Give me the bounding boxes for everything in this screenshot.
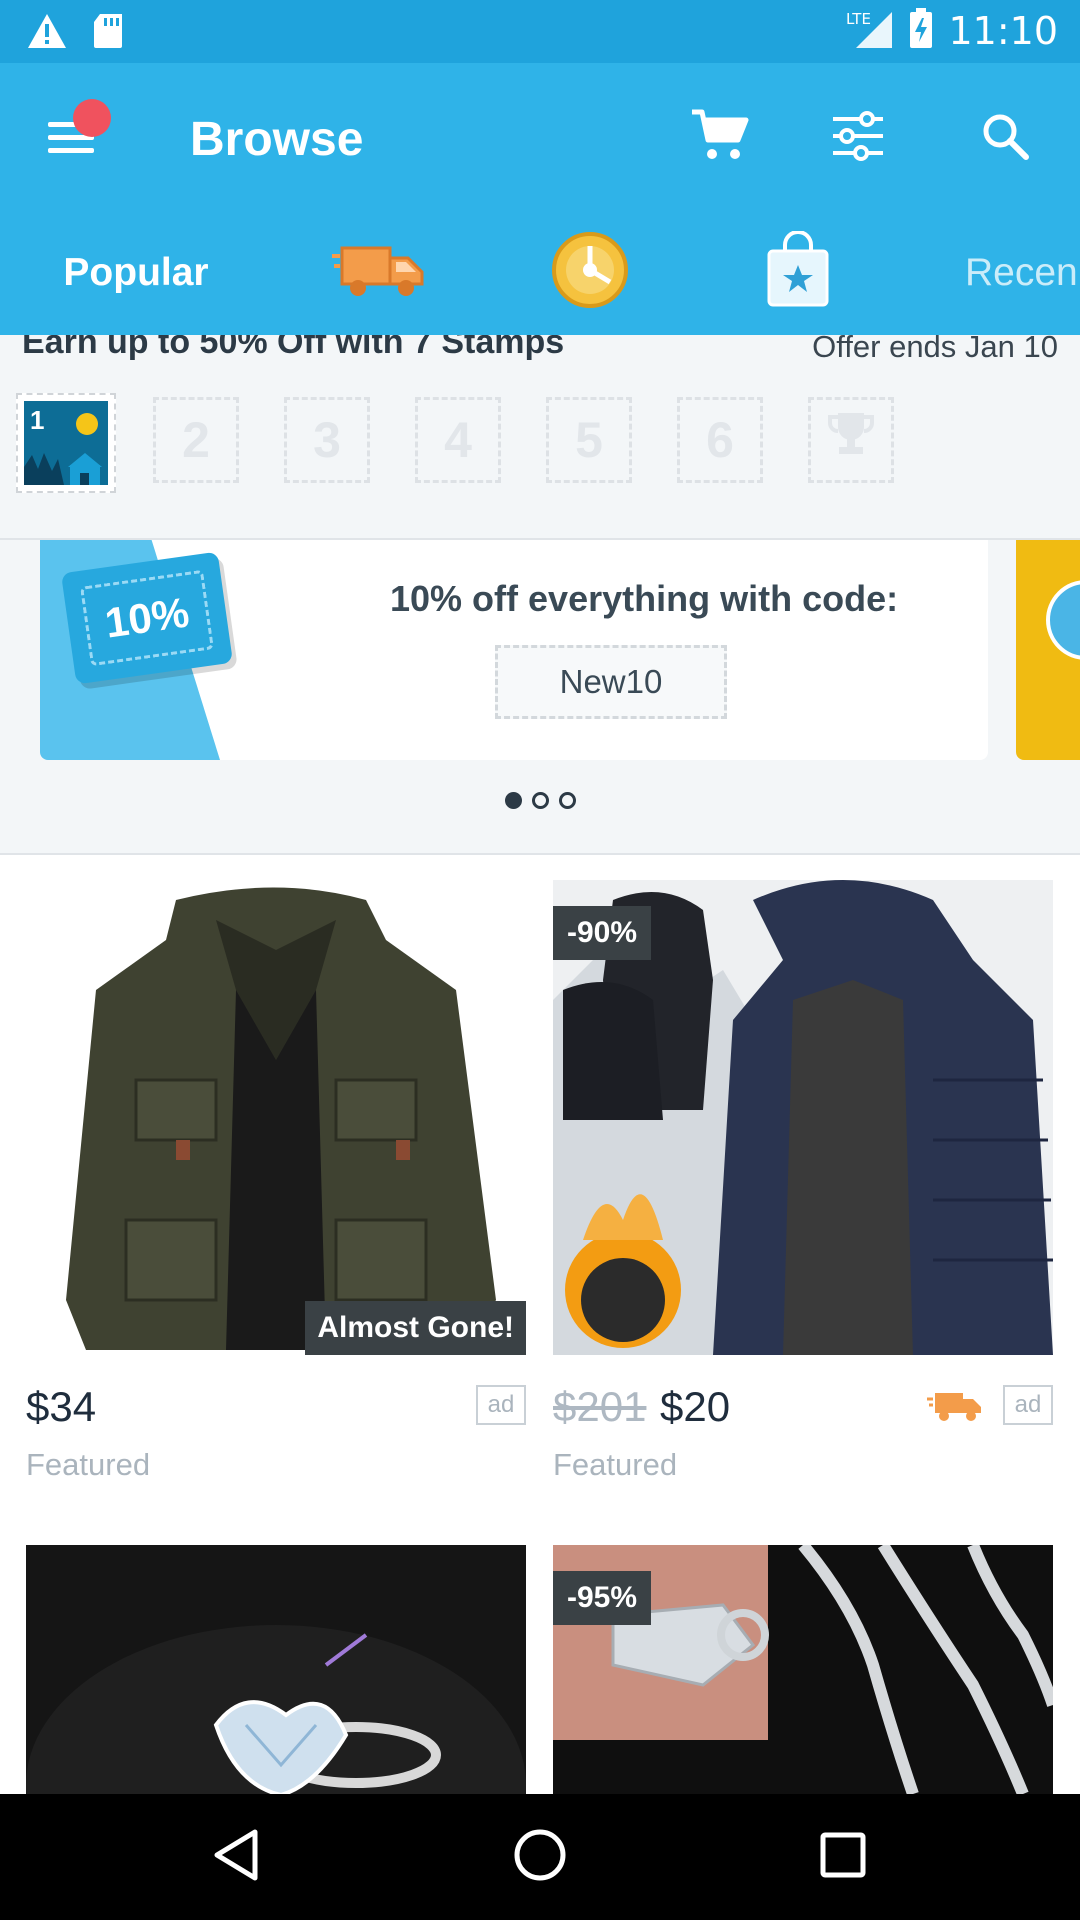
promo-code[interactable]: New10 bbox=[495, 645, 727, 719]
tab-shipping[interactable] bbox=[325, 210, 435, 335]
tab-label: Recen bbox=[965, 250, 1078, 294]
cart-button[interactable] bbox=[685, 103, 755, 173]
promo-card-next[interactable] bbox=[1016, 540, 1080, 760]
cart-icon bbox=[690, 108, 750, 169]
battery-charging-icon bbox=[908, 6, 934, 55]
discount-badge: -95% bbox=[553, 1571, 652, 1625]
home-circle-icon bbox=[512, 1827, 568, 1888]
stamp-art-icon: 1 bbox=[24, 401, 108, 485]
clock: 11:10 bbox=[948, 8, 1058, 53]
stamp-number: 1 bbox=[30, 405, 45, 435]
product-image[interactable]: Almost Gone! bbox=[26, 880, 526, 1355]
carousel-dot[interactable] bbox=[531, 792, 549, 809]
app-bar: Browse bbox=[0, 63, 1080, 210]
lte-signal-icon: LTE bbox=[844, 6, 894, 55]
sd-card-icon bbox=[92, 12, 126, 55]
clock-icon bbox=[1046, 580, 1080, 660]
stamp-slot: 3 bbox=[284, 397, 370, 483]
offer-ends-text: Offer ends Jan 10 bbox=[812, 335, 1058, 364]
sliders-icon bbox=[831, 110, 885, 166]
product-subtitle: Featured bbox=[553, 1447, 678, 1482]
tab-wheel[interactable] bbox=[542, 210, 638, 335]
tab-popular[interactable]: Popular bbox=[40, 210, 232, 335]
stamp-slot-trophy bbox=[808, 397, 894, 483]
product-card[interactable]: -95% bbox=[553, 1545, 1053, 1794]
almost-gone-badge: Almost Gone! bbox=[305, 1301, 526, 1355]
back-triangle-icon bbox=[211, 1828, 261, 1887]
system-nav-bar bbox=[0, 1794, 1080, 1920]
search-button[interactable] bbox=[970, 103, 1040, 173]
category-tabs: Popular Recen bbox=[0, 210, 1080, 335]
stamp-slot: 4 bbox=[415, 397, 501, 483]
product-card[interactable]: Almost Gone! $34 ad Featured bbox=[26, 880, 526, 1483]
page-title: Browse bbox=[190, 113, 364, 166]
product-card[interactable] bbox=[26, 1545, 526, 1794]
product-card[interactable]: -90% $201 $20 ad Featured bbox=[553, 880, 1053, 1483]
original-price: $201 bbox=[553, 1383, 647, 1430]
stamps-card[interactable]: Earn up to 50% Off with 7 Stamps Offer e… bbox=[0, 335, 1080, 540]
recents-button[interactable] bbox=[810, 1824, 876, 1890]
carousel-dot[interactable] bbox=[504, 792, 522, 809]
carousel-dot[interactable] bbox=[558, 792, 576, 809]
product-price: $20 bbox=[660, 1383, 731, 1430]
truck-icon bbox=[332, 238, 428, 307]
stamp-slot: 5 bbox=[546, 397, 632, 483]
stamps-title: Earn up to 50% Off with 7 Stamps bbox=[22, 335, 565, 361]
notification-dot bbox=[73, 99, 111, 137]
tab-recent[interactable]: Recen bbox=[965, 210, 1080, 335]
stamp-slot: 6 bbox=[677, 397, 763, 483]
recents-square-icon bbox=[818, 1830, 868, 1885]
tab-label: Popular bbox=[63, 250, 209, 294]
product-price: $34 bbox=[26, 1383, 97, 1430]
stamp-slot: 2 bbox=[153, 397, 239, 483]
product-image[interactable] bbox=[26, 1545, 526, 1794]
search-icon bbox=[980, 111, 1030, 166]
promo-card[interactable]: 10% 10% off everything with code: New10 bbox=[40, 540, 988, 760]
carousel-dots bbox=[0, 792, 1080, 809]
product-subtitle: Featured bbox=[26, 1447, 151, 1482]
filter-button[interactable] bbox=[823, 103, 893, 173]
ad-tag: ad bbox=[476, 1385, 526, 1425]
ad-tag: ad bbox=[1003, 1385, 1053, 1425]
status-bar: LTE 11:10 bbox=[0, 0, 1080, 63]
fast-shipping-icon bbox=[927, 1389, 983, 1430]
wheel-icon bbox=[550, 230, 630, 315]
tab-bag[interactable] bbox=[760, 210, 836, 335]
product-image[interactable]: -95% bbox=[553, 1545, 1053, 1794]
trophy-icon bbox=[826, 409, 876, 471]
shopping-bag-icon bbox=[765, 230, 831, 314]
promo-carousel[interactable]: 10% 10% off everything with code: New10 bbox=[0, 540, 1080, 855]
svg-text:LTE: LTE bbox=[846, 10, 871, 28]
product-image[interactable]: -90% bbox=[553, 880, 1053, 1355]
home-button[interactable] bbox=[507, 1824, 573, 1890]
warning-icon bbox=[26, 12, 68, 55]
back-button[interactable] bbox=[203, 1824, 269, 1890]
promo-headline: 10% off everything with code: bbox=[390, 578, 899, 619]
stamp-collected: 1 bbox=[16, 393, 116, 493]
discount-badge: -90% bbox=[553, 906, 652, 960]
